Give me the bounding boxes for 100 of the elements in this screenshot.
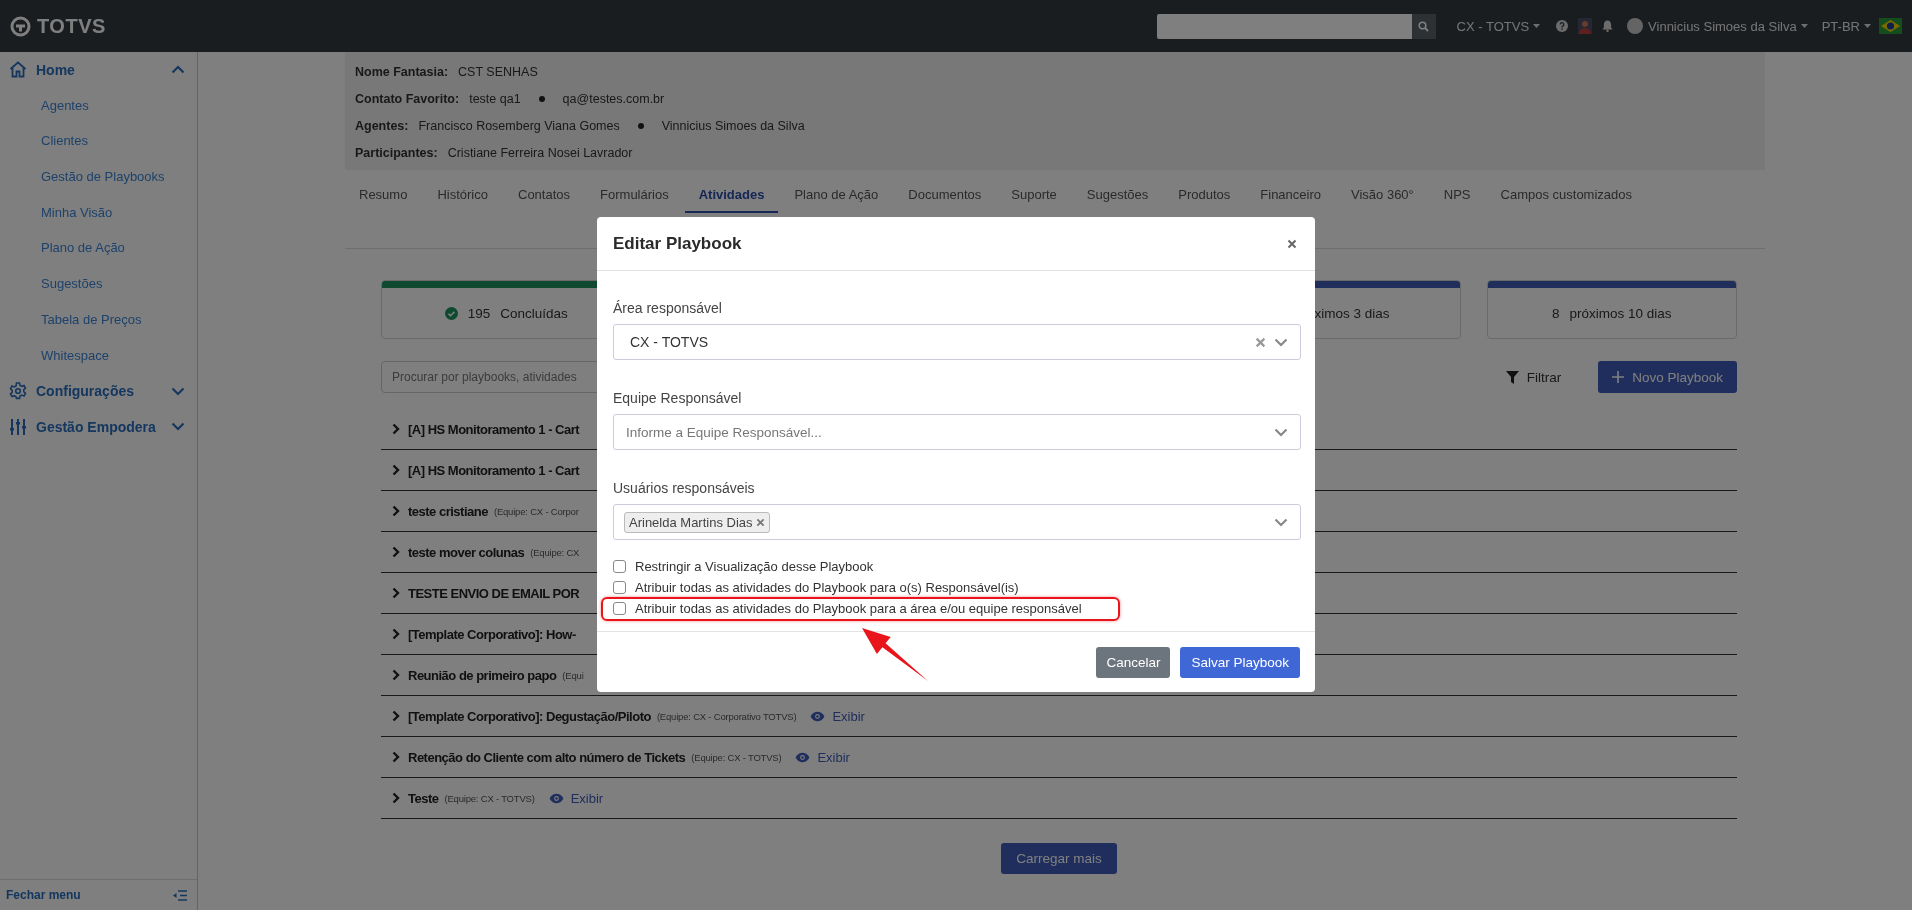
sidebar-item[interactable]: Whitespace bbox=[0, 337, 197, 374]
info-label: Nome Fantasia: bbox=[355, 64, 449, 79]
plus-icon bbox=[1612, 371, 1625, 383]
playbook-title[interactable]: [A] HS Monitoramento 1 - Cart bbox=[408, 462, 580, 478]
load-more-button[interactable]: Carregar mais bbox=[1001, 843, 1117, 874]
checkbox[interactable] bbox=[613, 602, 626, 615]
sidebar-item[interactable]: Plano de Ação bbox=[0, 230, 197, 267]
tab[interactable]: Visão 360° bbox=[1337, 178, 1428, 213]
select-value: CX - TOTVS bbox=[630, 334, 709, 350]
playbook-title[interactable]: [A] HS Monitoramento 1 - Cart bbox=[408, 421, 580, 437]
chevron-right-icon[interactable] bbox=[392, 628, 400, 640]
chevron-down-icon bbox=[171, 386, 185, 396]
sidebar-section[interactable]: Gestão Empodera bbox=[0, 408, 197, 445]
chevron-right-icon[interactable] bbox=[392, 464, 400, 476]
tab[interactable]: Contatos bbox=[504, 178, 585, 213]
chevron-right-icon[interactable] bbox=[392, 505, 400, 517]
field-label: Usuários responsáveis bbox=[613, 479, 756, 498]
info-value: Francisco Rosemberg Viana Gomes bbox=[418, 118, 620, 133]
sidebar-section[interactable]: Configurações bbox=[0, 373, 197, 409]
chevron-up-icon bbox=[171, 65, 185, 75]
chevron-right-icon[interactable] bbox=[392, 587, 400, 599]
close-menu-link[interactable]: Fechar menu bbox=[6, 888, 81, 902]
logo-icon bbox=[10, 15, 31, 37]
search-icon bbox=[1418, 20, 1430, 32]
sidebar-item[interactable]: Tabela de Preços bbox=[0, 301, 197, 338]
home-icon bbox=[9, 61, 27, 79]
brand-name: TOTVS bbox=[37, 14, 106, 38]
search-field[interactable] bbox=[1156, 13, 1412, 39]
bell-icon[interactable] bbox=[1602, 20, 1614, 32]
team-label: (Equipe: CX - Corpor bbox=[493, 505, 579, 517]
select-field[interactable]: Informe a Equipe Responsável... bbox=[613, 414, 1301, 450]
tab[interactable]: Atividades bbox=[684, 178, 779, 213]
select-placeholder: Informe a Equipe Responsável... bbox=[626, 424, 822, 440]
help-icon[interactable] bbox=[1556, 20, 1569, 32]
tab[interactable]: NPS bbox=[1429, 178, 1485, 213]
select-field[interactable]: CX - TOTVS bbox=[613, 324, 1301, 360]
company-selector[interactable]: CX - TOTVS bbox=[1456, 18, 1541, 34]
playbook-title[interactable]: TESTE ENVIO DE EMAIL POR bbox=[408, 585, 580, 601]
modal-title: Editar Playbook bbox=[613, 233, 742, 254]
save-button[interactable]: Salvar Playbook bbox=[1180, 647, 1300, 678]
chevron-right-icon[interactable] bbox=[392, 710, 400, 722]
playbook-title[interactable]: Retenção do Cliente com alto número de Tickets bbox=[408, 749, 686, 765]
user-tag: Arinelda Martins Dias bbox=[624, 511, 770, 533]
card-label: ximos 3 dias bbox=[1314, 305, 1390, 321]
chevron-right-icon[interactable] bbox=[392, 669, 400, 681]
search-button[interactable] bbox=[1411, 13, 1436, 39]
caret-icon bbox=[1533, 24, 1541, 28]
playbook-title[interactable]: teste mover colunas bbox=[408, 544, 525, 560]
language-selector[interactable]: PT-BR bbox=[1821, 18, 1871, 34]
bullet-icon bbox=[637, 122, 644, 129]
team-label: (Equipe: CX - Corporativo TOTVS) bbox=[656, 710, 797, 722]
sidebar-item[interactable]: Gestão de Playbooks bbox=[0, 159, 197, 195]
filter-button[interactable]: Filtrar bbox=[1505, 369, 1562, 385]
eye-icon bbox=[810, 710, 826, 722]
view-link[interactable]: Exibir bbox=[810, 708, 865, 724]
info-value: Vinnicius Simoes da Silva bbox=[661, 118, 805, 133]
tab[interactable]: Documentos bbox=[894, 178, 996, 213]
chevron-right-icon[interactable] bbox=[392, 546, 400, 558]
view-link[interactable]: Exibir bbox=[548, 790, 604, 806]
team-label: (Equipe: CX bbox=[530, 546, 580, 558]
playbook-title[interactable]: [Template Corporativo]: How- bbox=[408, 626, 576, 642]
tab[interactable]: Resumo bbox=[345, 178, 422, 213]
playbook-title[interactable]: Teste bbox=[408, 790, 439, 806]
chevron-right-icon[interactable] bbox=[392, 792, 400, 804]
tab[interactable]: Campos customizados bbox=[1486, 178, 1647, 213]
sidebar-item[interactable]: Clientes bbox=[0, 123, 197, 160]
tab[interactable]: Plano de Ação bbox=[780, 178, 893, 213]
chevron-right-icon[interactable] bbox=[392, 423, 400, 435]
tab[interactable]: Produtos bbox=[1164, 178, 1245, 213]
checkbox[interactable] bbox=[613, 560, 626, 573]
sliders-icon bbox=[10, 417, 26, 436]
card-label: próximos 10 dias bbox=[1569, 305, 1672, 321]
tab[interactable]: Suporte bbox=[997, 178, 1071, 213]
bullet-icon bbox=[538, 95, 545, 102]
sidebar-item[interactable]: Minha Visão bbox=[0, 194, 197, 231]
close-icon bbox=[1287, 238, 1297, 249]
eye-icon bbox=[795, 751, 811, 763]
checkbox-label: Atribuir todas as atividades do Playbook para a área e/ou equipe responsável bbox=[635, 601, 1082, 616]
team-label: (Equipe: CX - TOTVS) bbox=[444, 792, 535, 804]
sidebar-item[interactable]: Agentes bbox=[0, 87, 197, 124]
sidebar-item[interactable]: Sugestões bbox=[0, 266, 197, 302]
view-link[interactable]: Exibir bbox=[795, 749, 850, 765]
tab[interactable]: Financeiro bbox=[1246, 178, 1335, 213]
tab[interactable]: Histórico bbox=[423, 178, 502, 213]
user-menu[interactable]: Vinnicius Simoes da Silva bbox=[1648, 18, 1808, 34]
sidebar-section[interactable]: Home bbox=[0, 52, 197, 88]
new-playbook-button[interactable]: Novo Playbook bbox=[1598, 361, 1737, 393]
info-label: Participantes: bbox=[355, 145, 438, 160]
chevron-right-icon[interactable] bbox=[392, 751, 400, 763]
select-field[interactable]: Arinelda Martins Dias bbox=[613, 504, 1301, 540]
card-count: 195 bbox=[467, 305, 491, 321]
playbook-title[interactable]: [Template Corporativo]: Degustação/Piloto bbox=[408, 708, 651, 724]
playbook-title[interactable]: teste cristiane bbox=[408, 503, 488, 519]
collapse-menu-icon[interactable] bbox=[173, 889, 187, 901]
tab[interactable]: Formulários bbox=[586, 178, 683, 213]
checkbox-label: Atribuir todas as atividades do Playbook para o(s) Responsável(is) bbox=[635, 580, 1019, 595]
checkbox[interactable] bbox=[613, 581, 626, 594]
tab[interactable]: Sugestões bbox=[1072, 178, 1163, 213]
playbook-title[interactable]: Reunião de primeiro papo bbox=[408, 667, 557, 683]
cancel-button[interactable]: Cancelar bbox=[1096, 647, 1171, 678]
